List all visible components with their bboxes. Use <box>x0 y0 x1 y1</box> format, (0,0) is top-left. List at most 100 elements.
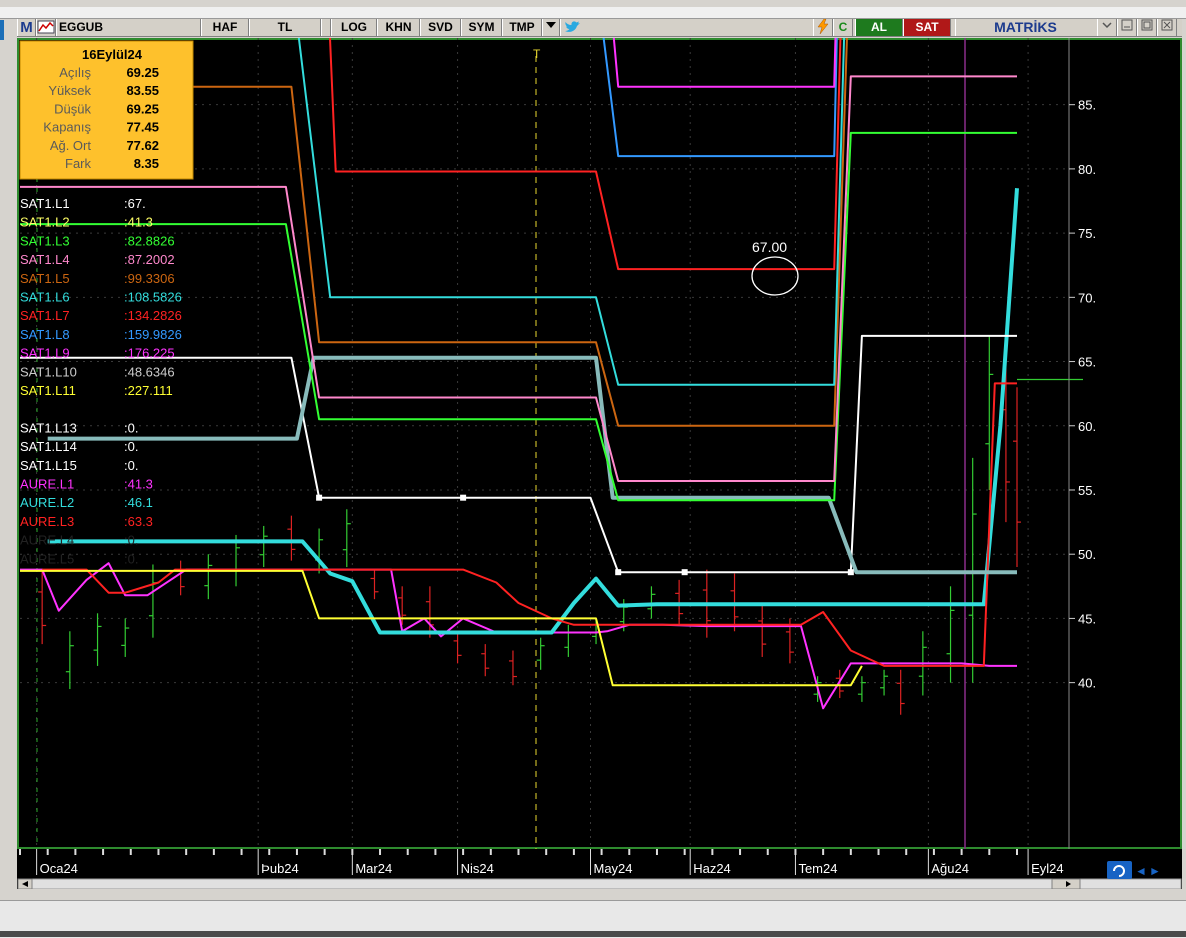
dropdown-arrow-icon[interactable] <box>542 19 560 36</box>
khn-button[interactable]: KHN <box>377 19 420 36</box>
maximize-icon <box>1141 19 1153 31</box>
indicator-value: :48.6346 <box>124 364 175 379</box>
indicator-value: :0. <box>124 551 138 566</box>
indicator-value: :0. <box>124 533 138 548</box>
y-tick-label: 70. <box>1078 290 1096 305</box>
indicator-name: SAT1.L4 <box>20 252 70 267</box>
chevron-down-icon <box>1102 22 1112 29</box>
info-row-value: 77.45 <box>126 120 159 135</box>
indicator-name: SAT1.L13 <box>20 420 77 435</box>
indicator-name: SAT1.L8 <box>20 327 70 342</box>
nav-left-arrow[interactable]: ◄ <box>1135 864 1147 878</box>
y-tick-label: 40. <box>1078 676 1096 691</box>
price-chart[interactable]: T 40. 45. 50. 55. 60. 65. 70. 75. 80. 85. 67.00 S… <box>17 38 1182 849</box>
minimize-icon <box>1121 19 1133 31</box>
indicator-value: :63.3 <box>124 514 153 529</box>
annotation-label: 67.00 <box>752 239 787 255</box>
y-tick-label: 50. <box>1078 547 1096 562</box>
line-node-marker <box>615 569 622 576</box>
indicator-name: SAT1.L6 <box>20 290 70 305</box>
indicator-name: AURE.L1 <box>20 477 74 492</box>
info-row-value: 8.35 <box>134 156 159 171</box>
indicator-value: :134.2826 <box>124 308 182 323</box>
indicator-value: :46.1 <box>124 495 153 510</box>
info-row-label: Düşük <box>54 101 91 116</box>
indicator-name: AURE.L3 <box>20 514 74 529</box>
nav-right-arrow[interactable]: ► <box>1149 864 1161 878</box>
y-tick-label: 85. <box>1078 98 1096 113</box>
info-row-value: 83.55 <box>126 83 159 98</box>
tl-button[interactable]: TL <box>249 19 321 36</box>
taskbar-strip <box>0 931 1186 937</box>
maximize-button[interactable] <box>1137 19 1157 36</box>
lightning-bolt-icon <box>817 18 829 35</box>
indicator-name: SAT1.L3 <box>20 233 70 248</box>
svd-button[interactable]: SVD <box>420 19 461 36</box>
close-icon <box>1161 19 1173 31</box>
window-title-strip <box>0 7 1186 19</box>
symbol-field[interactable]: EGGUB <box>56 19 201 36</box>
indicator-name: SAT1.L10 <box>20 364 77 379</box>
info-row-label: Fark <box>65 156 92 171</box>
info-row-label: Yüksek <box>48 83 91 98</box>
y-tick-label: 45. <box>1078 611 1096 626</box>
toolbar-separator <box>321 19 331 36</box>
close-button[interactable] <box>1157 19 1177 36</box>
y-tick-label: 55. <box>1078 483 1096 498</box>
x-tick-label: Mar24 <box>355 861 392 876</box>
indicator-name: SAT1.L5 <box>20 271 70 286</box>
line-node-marker <box>460 494 467 501</box>
window-edge-accent <box>0 20 4 40</box>
y-tick-label: 65. <box>1078 355 1096 370</box>
indicator-value: :0. <box>124 458 138 473</box>
indicator-value: :176.225 <box>124 346 175 361</box>
y-tick-label: 75. <box>1078 226 1096 241</box>
indicator-name: SAT1.L2 <box>20 215 70 230</box>
twitter-icon[interactable] <box>560 19 584 36</box>
indicator-value: :99.3306 <box>124 271 175 286</box>
x-tick-label: Eyl24 <box>1031 861 1064 876</box>
info-box-date: 16Eylül24 <box>82 47 143 62</box>
candlestick-chart-icon <box>37 20 55 34</box>
indicator-name: SAT1.L7 <box>20 308 70 323</box>
minimize-button[interactable] <box>1117 19 1137 36</box>
indicator-name: SAT1.L11 <box>20 383 76 398</box>
log-button[interactable]: LOG <box>331 19 377 36</box>
tmp-button[interactable]: TMP <box>502 19 542 36</box>
horizontal-scrollbar[interactable] <box>17 878 1182 889</box>
info-box: 16Eylül24 Açılış 69.25 Yüksek 83.55 Düşük 69.… <box>19 40 194 180</box>
chart-type-icon[interactable] <box>36 19 56 36</box>
info-row-label: Kapanış <box>43 120 91 135</box>
indicator-value: :0. <box>124 420 138 435</box>
x-tick-label: May24 <box>594 861 633 876</box>
menu-button[interactable]: M <box>17 19 36 36</box>
indicator-value: :159.9826 <box>124 327 182 342</box>
time-axis[interactable]: Oca24 Þub24 Mar24 Nis24 May24 Haz24 Tem24 Ağu24… <box>17 849 1182 889</box>
indicator-value: :67. <box>124 196 146 211</box>
sym-button[interactable]: SYM <box>461 19 502 36</box>
info-row-value: 69.25 <box>126 65 159 80</box>
info-row-label: Ağ. Ort <box>50 138 92 153</box>
indicator-value: :108.5826 <box>124 290 182 305</box>
indicator-name: SAT1.L14 <box>20 439 77 454</box>
indicator-name: AURE.L4 <box>20 533 74 548</box>
line-node-marker <box>316 494 323 501</box>
indicator-name: AURE.L2 <box>20 495 74 510</box>
c-button[interactable]: C <box>833 19 853 36</box>
indicator-value: :0. <box>124 439 138 454</box>
lightning-icon[interactable] <box>813 18 833 36</box>
window-top-border <box>0 0 1186 6</box>
indicator-name: AURE.L5 <box>20 551 74 566</box>
haf-button[interactable]: HAF <box>201 19 249 36</box>
buy-button[interactable]: AL <box>855 19 903 36</box>
indicator-value: :41.3 <box>124 477 153 492</box>
indicator-name: SAT1.L1 <box>20 196 70 211</box>
line-node-marker <box>847 569 854 576</box>
x-tick-label: Nis24 <box>461 861 494 876</box>
window-menu-button[interactable] <box>1097 19 1117 36</box>
bird-icon <box>564 21 580 32</box>
sell-button[interactable]: SAT <box>903 19 951 36</box>
brand-logo: MATRİKS <box>955 19 1095 36</box>
info-row-value: 69.25 <box>126 101 159 116</box>
y-tick-label: 80. <box>1078 162 1096 177</box>
